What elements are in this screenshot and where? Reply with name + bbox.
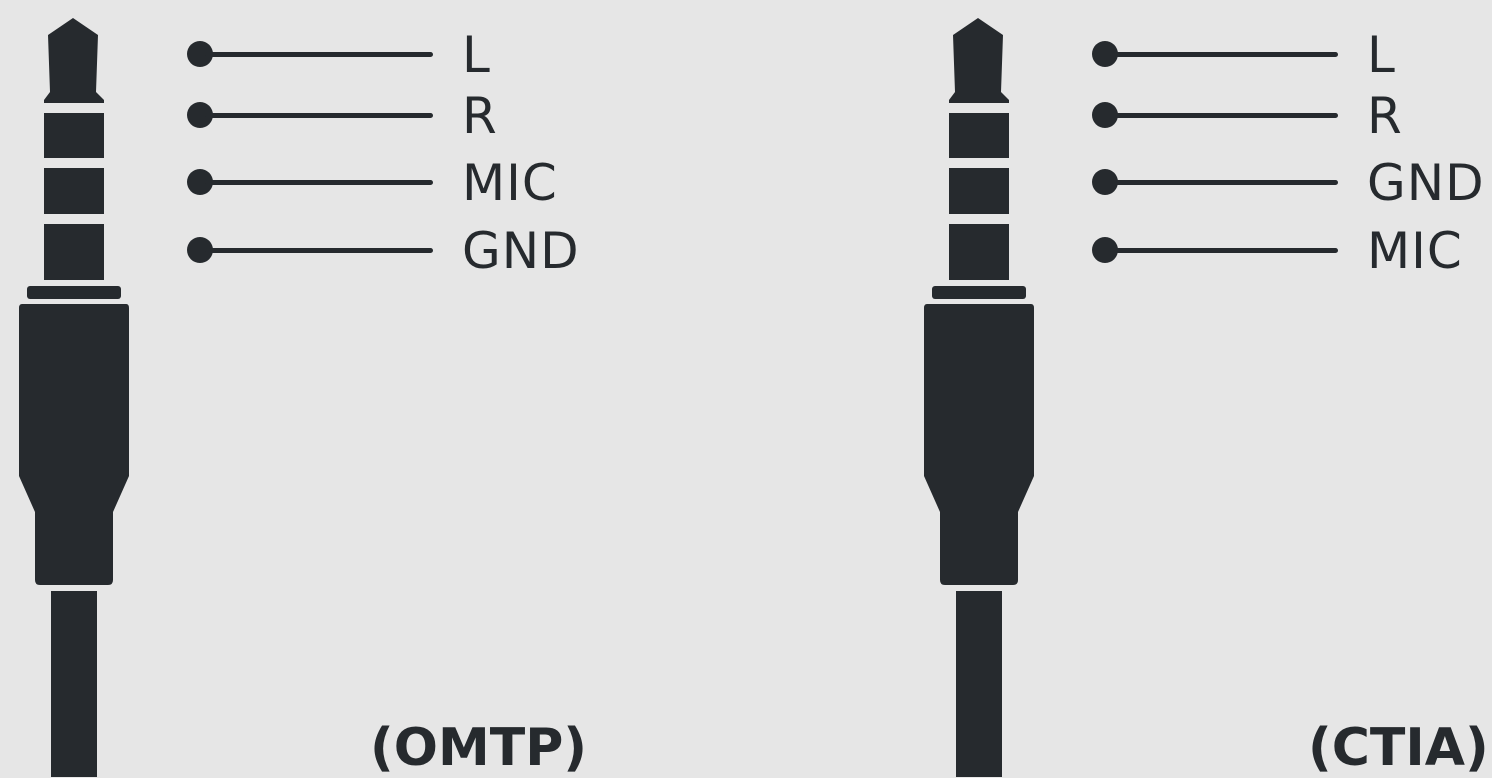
pin-label-gnd: GND <box>1367 154 1485 212</box>
pin-label-l: L <box>1367 26 1396 84</box>
connector-line <box>1110 113 1338 118</box>
connector-line <box>1110 180 1338 185</box>
pin-label-mic: MIC <box>1367 222 1463 280</box>
pin-label-r: R <box>462 87 498 145</box>
pin-label-mic: MIC <box>462 154 558 212</box>
omtp-standard-label: (OMTP) <box>370 718 588 778</box>
pin-mic-connector <box>185 168 435 196</box>
pin-label-gnd: GND <box>462 222 580 280</box>
connector-line <box>205 113 433 118</box>
connector-line <box>205 180 433 185</box>
pin-label-r: R <box>1367 87 1403 145</box>
connector-line <box>1110 248 1338 253</box>
pin-gnd-connector <box>185 236 435 264</box>
audio-plug-icon <box>19 18 129 777</box>
pin-mic-connector <box>1090 236 1340 264</box>
pin-gnd-connector <box>1090 168 1340 196</box>
audio-plug-icon <box>924 18 1034 777</box>
pin-l-connector <box>1090 40 1340 68</box>
connector-line <box>205 52 433 57</box>
pin-l-connector <box>185 40 435 68</box>
ctia-standard-label: (CTIA) <box>1308 718 1489 778</box>
pin-r-connector <box>1090 101 1340 129</box>
ctia-jack-diagram: L R GND MIC <box>905 0 1492 777</box>
omtp-jack-diagram: L R MIC GND <box>0 0 760 777</box>
pin-r-connector <box>185 101 435 129</box>
connector-line <box>1110 52 1338 57</box>
connector-line <box>205 248 433 253</box>
pin-label-l: L <box>462 26 491 84</box>
